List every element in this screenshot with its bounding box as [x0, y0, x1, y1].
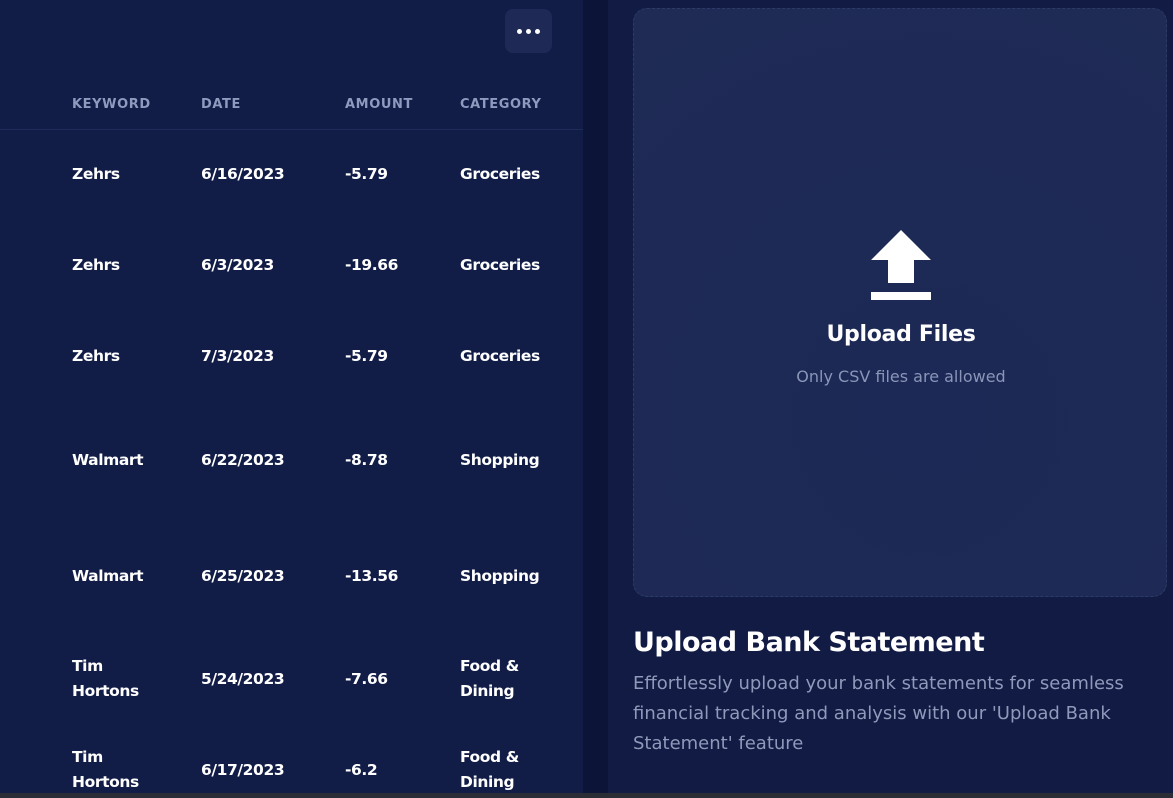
cell-line: Tim	[72, 748, 103, 766]
upload-icon	[871, 230, 931, 300]
cell-line: Groceries	[460, 164, 540, 183]
cell-line: 5/24/2023	[201, 669, 285, 688]
cell-category: Food & Dining	[460, 745, 519, 795]
cell-date: 6/16/2023	[201, 162, 285, 187]
cell-line: Walmart	[72, 566, 144, 585]
cell-line: Groceries	[460, 255, 540, 274]
cell-category: Shopping	[460, 564, 540, 589]
transactions-card: KEYWORD DATE AMOUNT CATEGORY Zehrs 6/16/2…	[0, 0, 583, 793]
cell-date: 6/22/2023	[201, 448, 285, 473]
cell-keyword: Tim Hortons	[72, 745, 139, 795]
column-header-amount[interactable]: AMOUNT	[345, 97, 413, 112]
cell-date: 5/24/2023	[201, 667, 285, 692]
cell-line: -5.79	[345, 164, 388, 183]
app-root: KEYWORD DATE AMOUNT CATEGORY Zehrs 6/16/2…	[0, 0, 1173, 798]
cell-date: 7/3/2023	[201, 344, 274, 369]
cell-line: -13.56	[345, 566, 399, 585]
cell-line: -19.66	[345, 255, 399, 274]
cell-keyword: Walmart	[72, 564, 144, 589]
upload-dropzone[interactable]: Upload Files Only CSV files are allowed	[633, 8, 1167, 597]
cell-line: Hortons	[72, 773, 139, 791]
cell-line: 6/25/2023	[201, 566, 285, 585]
cell-line: Food &	[460, 748, 519, 766]
cell-category: Shopping	[460, 448, 540, 473]
more-icon-dot	[535, 28, 540, 34]
cell-line: 6/17/2023	[201, 760, 285, 779]
cell-category: Food & Dining	[460, 654, 519, 704]
more-options-button[interactable]	[505, 9, 552, 53]
cell-line: -5.79	[345, 346, 388, 365]
cell-amount: -13.56	[345, 564, 398, 589]
cell-line: -6.2	[345, 760, 378, 779]
cell-line: -8.78	[345, 450, 388, 469]
cell-keyword: Zehrs	[72, 253, 120, 278]
cell-amount: -6.2	[345, 758, 378, 783]
cell-keyword: Tim Hortons	[72, 654, 139, 704]
cell-date: 6/25/2023	[201, 564, 285, 589]
cell-line: Zehrs	[72, 255, 120, 274]
cell-line: 7/3/2023	[201, 346, 274, 365]
cell-line: Shopping	[460, 566, 540, 585]
cell-keyword: Walmart	[72, 448, 144, 473]
bottom-edge	[0, 793, 1173, 798]
cell-line: 6/16/2023	[201, 164, 285, 183]
cell-line: Food &	[460, 657, 519, 675]
cell-line: Groceries	[460, 346, 540, 365]
cell-line: Shopping	[460, 450, 540, 469]
section-title: Upload Bank Statement	[633, 627, 985, 658]
cell-date: 6/3/2023	[201, 253, 274, 278]
cell-line: Hortons	[72, 682, 139, 700]
cell-line: Walmart	[72, 450, 144, 469]
cell-line: 6/22/2023	[201, 450, 285, 469]
cell-category: Groceries	[460, 344, 540, 369]
column-header-category[interactable]: CATEGORY	[460, 97, 542, 112]
cell-amount: -7.66	[345, 667, 388, 692]
column-header-keyword[interactable]: KEYWORD	[72, 97, 151, 112]
section-description: Effortlessly upload your bank statements…	[633, 673, 1124, 754]
table-header: KEYWORD DATE AMOUNT CATEGORY	[0, 80, 583, 130]
upload-subtitle: Only CSV files are allowed	[796, 367, 1006, 386]
cell-line: -7.66	[345, 669, 388, 688]
column-header-date[interactable]: DATE	[201, 97, 241, 112]
cell-amount: -5.79	[345, 162, 388, 187]
cell-line: Tim	[72, 657, 103, 675]
more-icon-dot	[517, 28, 522, 34]
panel-divider	[583, 0, 608, 798]
cell-amount: -8.78	[345, 448, 388, 473]
cell-line: Dining	[460, 682, 515, 700]
cell-category: Groceries	[460, 162, 540, 187]
cell-amount: -5.79	[345, 344, 388, 369]
cell-line: Dining	[460, 773, 515, 791]
cell-amount: -19.66	[345, 253, 398, 278]
cell-line: Zehrs	[72, 346, 120, 365]
upload-panel: Upload Files Only CSV files are allowed …	[608, 0, 1173, 793]
more-icon-dot	[526, 28, 531, 34]
upload-title: Upload Files	[826, 322, 976, 347]
cell-line: Zehrs	[72, 164, 120, 183]
cell-category: Groceries	[460, 253, 540, 278]
cell-keyword: Zehrs	[72, 344, 120, 369]
cell-date: 6/17/2023	[201, 758, 285, 783]
cell-line: 6/3/2023	[201, 255, 274, 274]
cell-keyword: Zehrs	[72, 162, 120, 187]
